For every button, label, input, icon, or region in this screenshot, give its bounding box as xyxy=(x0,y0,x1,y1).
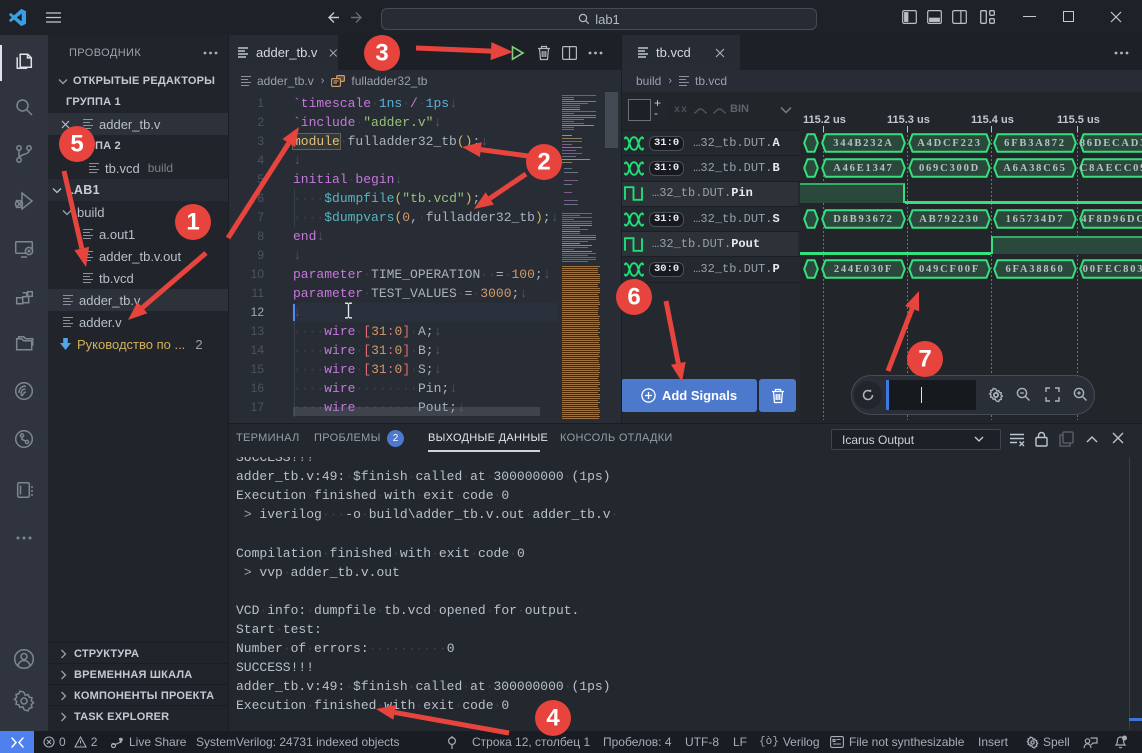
svg-text:7: 7 xyxy=(918,346,931,373)
svg-text:4: 4 xyxy=(546,705,560,732)
svg-text:3: 3 xyxy=(375,40,388,67)
svg-text:5: 5 xyxy=(70,131,83,158)
svg-text:2: 2 xyxy=(537,149,550,176)
svg-text:1: 1 xyxy=(186,209,199,236)
svg-text:6: 6 xyxy=(627,284,640,311)
